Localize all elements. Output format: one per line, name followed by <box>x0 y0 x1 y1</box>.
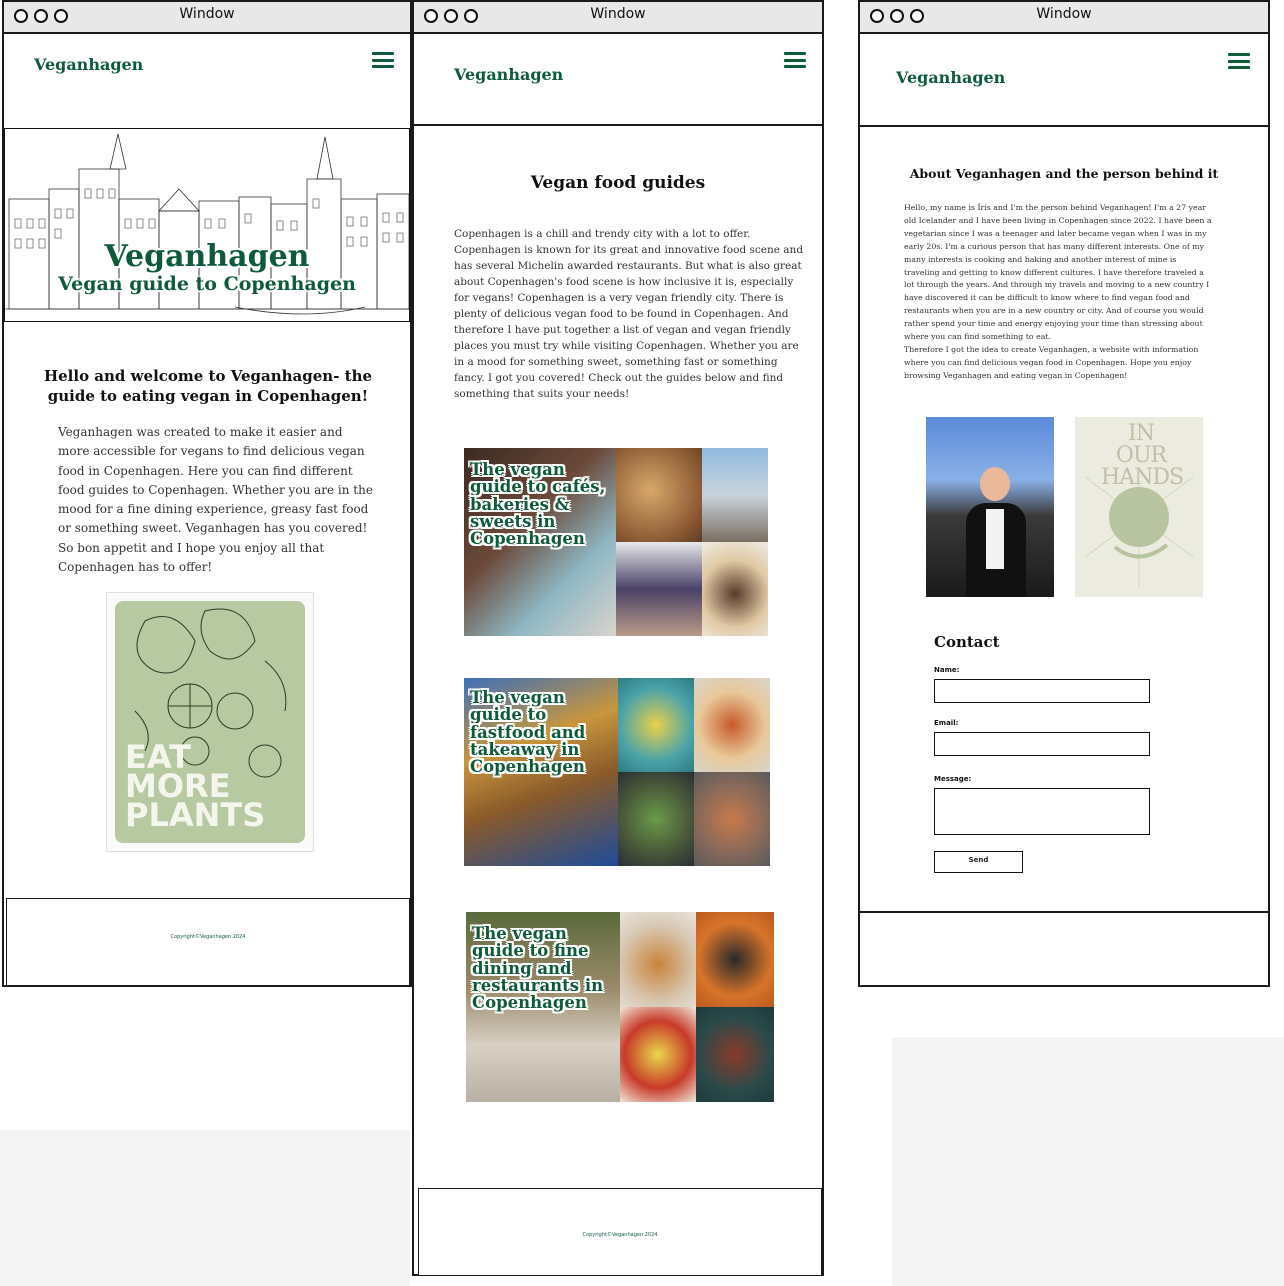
poster-text: EAT MORE PLANTS <box>125 741 266 834</box>
guide-title: The vegan guide to fastfood and takeaway… <box>470 688 586 777</box>
contact-heading: Contact <box>934 633 1000 651</box>
guide-title: The vegan guide to cafés, bakeries & swe… <box>470 460 606 549</box>
hero-banner: Veganhagen Vegan guide to Copenhagen <box>4 128 410 322</box>
brand-logo[interactable]: Veganhagen <box>454 65 563 84</box>
title-bar: Window <box>414 2 822 34</box>
face-shape <box>980 467 1010 501</box>
message-field[interactable] <box>934 788 1150 835</box>
message-label: Message: <box>934 775 972 783</box>
guides-intro-text: Copenhagen is a chill and trendy city wi… <box>454 228 804 400</box>
tempura-photo <box>620 912 696 1007</box>
about-text-paragraph-2: Therefore I got the idea to create Vegan… <box>904 344 1199 380</box>
buns-photo <box>616 448 702 542</box>
street-photo <box>702 448 768 542</box>
glazed-dish-photo <box>696 1007 774 1102</box>
name-label: Name: <box>934 666 960 674</box>
footer: Copyright©Veganhagen 2024 <box>418 1188 822 1276</box>
hero-title: Veganhagen <box>104 239 310 274</box>
hamburger-menu-icon[interactable] <box>1228 53 1250 69</box>
window-title: Window <box>590 6 646 22</box>
about-window: Window Veganhagen About Veganhagen and t… <box>858 0 1270 987</box>
canvas-background <box>0 1130 410 1286</box>
guide-card-fine-dining[interactable]: The vegan guide to fine dining and resta… <box>466 912 774 1102</box>
eat-more-plants-poster: EAT MORE PLANTS <box>106 592 314 852</box>
footer: Copyright©Veganhagen 2024 <box>6 898 410 986</box>
noodles-photo <box>618 678 694 772</box>
send-button[interactable]: Send <box>934 851 1023 873</box>
guide-title: The vegan guide to fine dining and resta… <box>472 924 604 1013</box>
profile-photo <box>926 417 1054 597</box>
canvas-background <box>892 1037 1284 1286</box>
pasta-photo <box>620 1007 696 1102</box>
about-text-paragraph-1: Hello, my name is Íris and I'm the perso… <box>904 203 1212 342</box>
brand-logo[interactable]: Veganhagen <box>34 55 143 74</box>
guides-heading: Vegan food guides <box>530 173 706 193</box>
salad-photo <box>618 772 694 866</box>
hamburger-menu-icon[interactable] <box>372 52 394 68</box>
home-window: Window Veganhagen Veganhagen Vegan guide… <box>2 0 412 987</box>
email-label: Email: <box>934 719 959 727</box>
guide-card-cafes[interactable]: The vegan guide to cafés, bakeries & swe… <box>464 448 768 636</box>
header-divider <box>860 125 1268 127</box>
name-field[interactable] <box>934 679 1150 703</box>
guides-window: Window Veganhagen Vegan food guides Cope… <box>412 0 824 1276</box>
email-field[interactable] <box>934 732 1150 756</box>
bowls-photo <box>696 912 774 1007</box>
guide-card-fastfood[interactable]: The vegan guide to fastfood and takeaway… <box>464 678 770 866</box>
header-divider <box>414 124 822 126</box>
wraps-photo <box>694 772 770 866</box>
footer-divider <box>860 911 1268 913</box>
globe-in-hand-illustration <box>1084 467 1194 587</box>
pancakes-photo <box>616 542 702 636</box>
bowl-photo <box>702 542 768 636</box>
copyright-text: Copyright©Veganhagen 2024 <box>582 1232 658 1238</box>
pizza-photo <box>694 678 770 772</box>
window-title: Window <box>179 6 235 22</box>
hero-subtitle: Vegan guide to Copenhagen <box>58 273 356 295</box>
in-our-hands-book-cover: IN OUR HANDS <box>1075 417 1203 597</box>
poster-line-3: PLANTS <box>125 796 266 834</box>
welcome-text: Veganhagen was created to make it easier… <box>58 425 373 575</box>
copyright-text: Copyright©Veganhagen 2024 <box>170 934 246 940</box>
about-text: Hello, my name is Íris and I'm the perso… <box>904 202 1214 383</box>
welcome-heading: Hello and welcome to Veganhagen- the gui… <box>43 367 373 405</box>
shirt-shape <box>986 509 1004 569</box>
about-heading: About Veganhagen and the person behind i… <box>909 166 1219 181</box>
poster-artwork: EAT MORE PLANTS <box>115 601 305 843</box>
hamburger-menu-icon[interactable] <box>784 52 806 68</box>
brand-logo[interactable]: Veganhagen <box>896 68 1005 87</box>
title-bar: Window <box>4 2 410 34</box>
title-bar: Window <box>860 2 1268 34</box>
window-title: Window <box>1036 6 1092 22</box>
